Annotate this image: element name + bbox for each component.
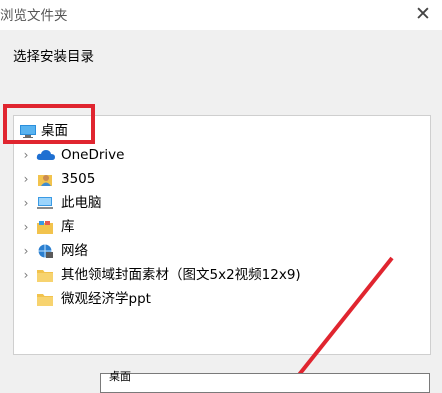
folder-name-value: 桌面: [109, 370, 131, 383]
annotation-arrow-icon: [296, 256, 394, 378]
folder-name-field[interactable]: 桌面: [100, 370, 430, 393]
